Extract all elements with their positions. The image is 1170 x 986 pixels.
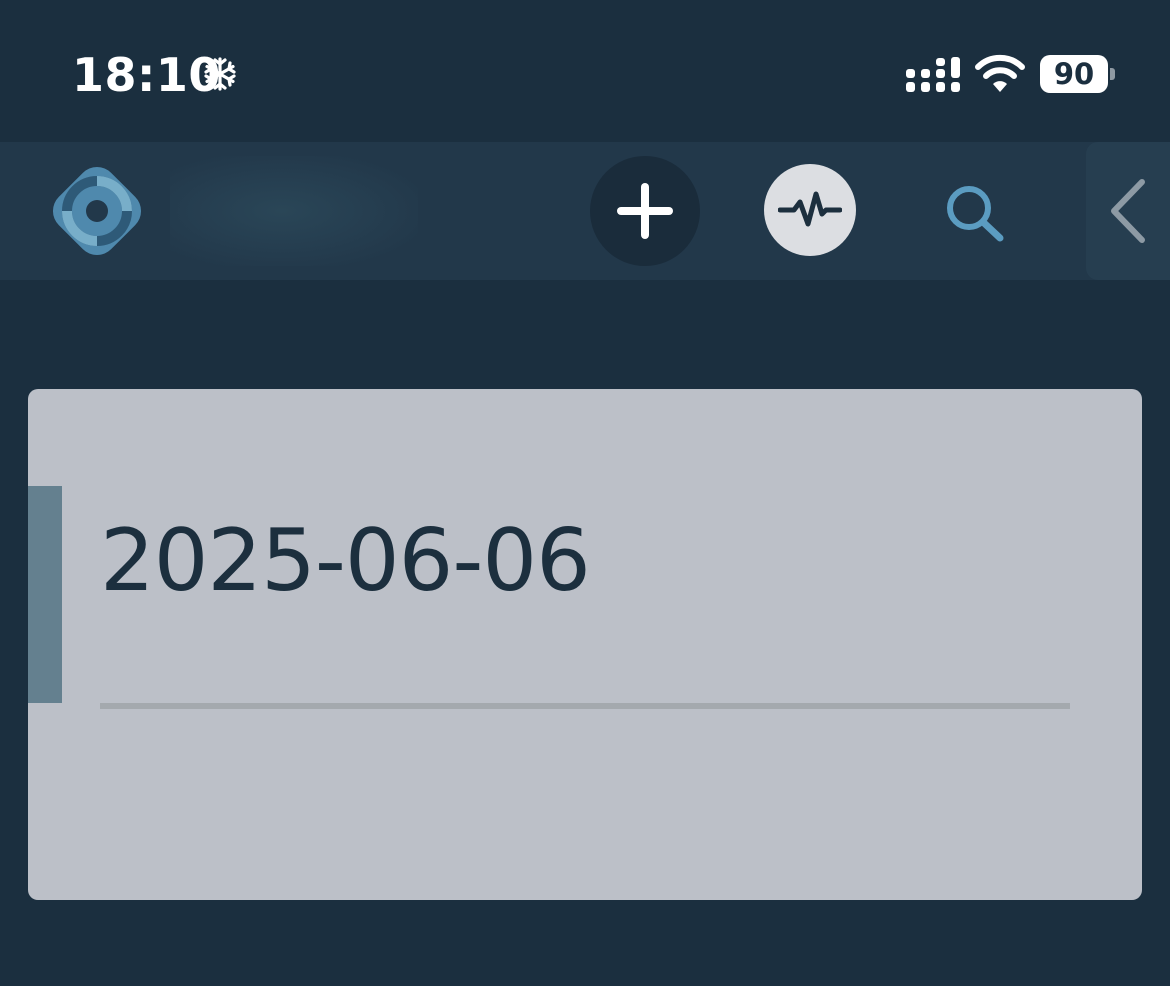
top-toolbar	[0, 142, 1170, 280]
snowflake-icon	[204, 57, 236, 91]
card-date: 2025-06-06	[100, 511, 591, 611]
card-divider	[100, 703, 1070, 709]
wifi-icon	[975, 54, 1025, 92]
plus-icon	[617, 183, 673, 239]
add-button[interactable]	[590, 156, 700, 266]
search-icon[interactable]	[940, 180, 1010, 242]
app-screen: 18:10 90 2025-06-06	[0, 0, 1170, 986]
activity-button[interactable]	[764, 164, 856, 256]
activity-pulse-icon	[778, 191, 842, 227]
battery-level: 90	[1053, 57, 1095, 91]
app-logo[interactable]	[44, 158, 150, 264]
cellular-signal-icon	[906, 57, 960, 92]
entry-card[interactable]: 2025-06-06	[28, 389, 1142, 900]
card-accent-bar	[28, 486, 62, 703]
battery-nub	[1110, 68, 1115, 80]
chevron-left-icon	[1111, 179, 1145, 243]
battery-indicator: 90	[1040, 55, 1116, 93]
collapse-button[interactable]	[1086, 142, 1170, 280]
app-title	[170, 156, 418, 266]
status-time: 18:10	[72, 48, 221, 102]
status-bar: 18:10 90	[0, 0, 1170, 140]
